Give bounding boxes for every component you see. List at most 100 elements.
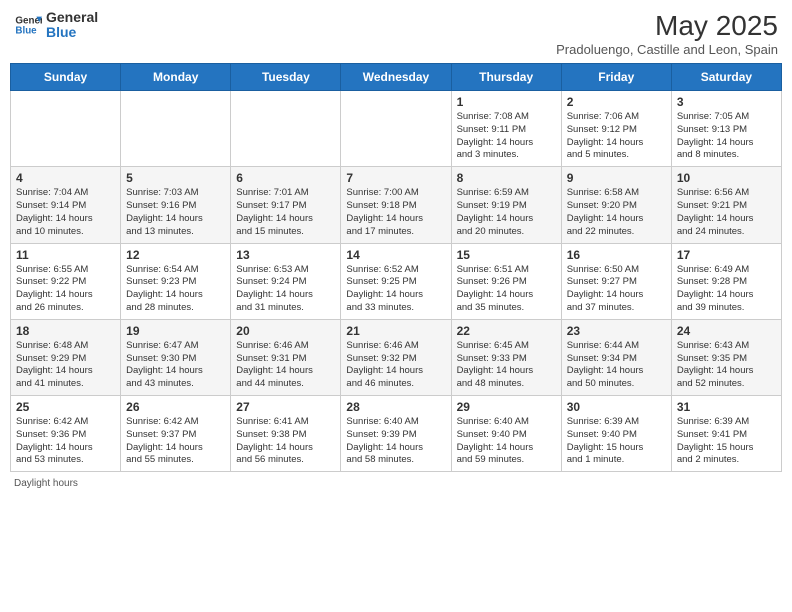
calendar-table: Sunday Monday Tuesday Wednesday Thursday… [10, 63, 782, 472]
col-wednesday: Wednesday [341, 64, 451, 91]
day-info: Sunrise: 6:41 AM Sunset: 9:38 PM Dayligh… [236, 416, 335, 467]
calendar-cell: 29 Sunrise: 6:40 AM Sunset: 9:40 PM Dayli… [451, 396, 561, 472]
calendar-row: 18 Sunrise: 6:48 AM Sunset: 9:29 PM Dayli… [11, 319, 782, 395]
day-info: Sunrise: 7:04 AM Sunset: 9:14 PM Dayligh… [16, 187, 115, 238]
day-info: Sunrise: 6:53 AM Sunset: 9:24 PM Dayligh… [236, 264, 335, 315]
day-number: 31 [677, 400, 776, 414]
title-block: May 2025 Pradoluengo, Castille and Leon,… [556, 10, 778, 57]
day-number: 6 [236, 171, 335, 185]
day-info: Sunrise: 6:39 AM Sunset: 9:40 PM Dayligh… [567, 416, 666, 467]
day-number: 15 [457, 248, 556, 262]
logo-blue: Blue [46, 25, 98, 40]
calendar-row: 11Sunrise: 6:55 AM Sunset: 9:22 PM Dayli… [11, 243, 782, 319]
day-info: Sunrise: 6:43 AM Sunset: 9:35 PM Dayligh… [677, 340, 776, 391]
day-number: 10 [677, 171, 776, 185]
calendar-cell: 31 Sunrise: 6:39 AM Sunset: 9:41 PM Dayli… [671, 396, 781, 472]
day-number: 14 [346, 248, 445, 262]
col-sunday: Sunday [11, 64, 121, 91]
day-info: Sunrise: 6:56 AM Sunset: 9:21 PM Dayligh… [677, 187, 776, 238]
calendar-cell: 13 Sunrise: 6:53 AM Sunset: 9:24 PM Dayli… [231, 243, 341, 319]
day-number: 13 [236, 248, 335, 262]
day-number: 16 [567, 248, 666, 262]
day-info: Sunrise: 6:48 AM Sunset: 9:29 PM Dayligh… [16, 340, 115, 391]
day-info: Sunrise: 6:54 AM Sunset: 9:23 PM Dayligh… [126, 264, 225, 315]
calendar-cell: 27 Sunrise: 6:41 AM Sunset: 9:38 PM Dayli… [231, 396, 341, 472]
day-number: 19 [126, 324, 225, 338]
col-thursday: Thursday [451, 64, 561, 91]
day-info: Sunrise: 7:01 AM Sunset: 9:17 PM Dayligh… [236, 187, 335, 238]
day-info: Sunrise: 7:03 AM Sunset: 9:16 PM Dayligh… [126, 187, 225, 238]
calendar-cell: 28 Sunrise: 6:40 AM Sunset: 9:39 PM Dayli… [341, 396, 451, 472]
day-info: Sunrise: 6:44 AM Sunset: 9:34 PM Dayligh… [567, 340, 666, 391]
day-info: Sunrise: 6:42 AM Sunset: 9:37 PM Dayligh… [126, 416, 225, 467]
day-number: 18 [16, 324, 115, 338]
calendar-cell: 1Sunrise: 7:08 AM Sunset: 9:11 PM Daylig… [451, 91, 561, 167]
day-info: Sunrise: 6:47 AM Sunset: 9:30 PM Dayligh… [126, 340, 225, 391]
logo-general: General [46, 10, 98, 25]
day-info: Sunrise: 6:58 AM Sunset: 9:20 PM Dayligh… [567, 187, 666, 238]
day-info: Sunrise: 7:00 AM Sunset: 9:18 PM Dayligh… [346, 187, 445, 238]
calendar-cell: 30 Sunrise: 6:39 AM Sunset: 9:40 PM Dayli… [561, 396, 671, 472]
calendar-cell: 20Sunrise: 6:46 AM Sunset: 9:31 PM Dayli… [231, 319, 341, 395]
calendar-cell: 14 Sunrise: 6:52 AM Sunset: 9:25 PM Dayli… [341, 243, 451, 319]
calendar-cell [121, 91, 231, 167]
col-monday: Monday [121, 64, 231, 91]
logo-icon: General Blue [14, 11, 42, 39]
calendar-cell: 15 Sunrise: 6:51 AM Sunset: 9:26 PM Dayli… [451, 243, 561, 319]
day-info: Sunrise: 7:05 AM Sunset: 9:13 PM Dayligh… [677, 111, 776, 162]
daylight-label: Daylight hours [14, 478, 78, 489]
day-number: 12 [126, 248, 225, 262]
day-number: 2 [567, 95, 666, 109]
calendar-cell: 21Sunrise: 6:46 AM Sunset: 9:32 PM Dayli… [341, 319, 451, 395]
day-number: 9 [567, 171, 666, 185]
col-saturday: Saturday [671, 64, 781, 91]
calendar-cell: 3 Sunrise: 7:05 AM Sunset: 9:13 PM Daylig… [671, 91, 781, 167]
calendar-cell: 25Sunrise: 6:42 AM Sunset: 9:36 PM Dayli… [11, 396, 121, 472]
calendar-cell: 17Sunrise: 6:49 AM Sunset: 9:28 PM Dayli… [671, 243, 781, 319]
calendar-cell: 6 Sunrise: 7:01 AM Sunset: 9:17 PM Daylig… [231, 167, 341, 243]
day-info: Sunrise: 7:06 AM Sunset: 9:12 PM Dayligh… [567, 111, 666, 162]
calendar-cell [11, 91, 121, 167]
day-number: 22 [457, 324, 556, 338]
day-info: Sunrise: 6:51 AM Sunset: 9:26 PM Dayligh… [457, 264, 556, 315]
calendar-cell: 7Sunrise: 7:00 AM Sunset: 9:18 PM Daylig… [341, 167, 451, 243]
calendar-cell: 10 Sunrise: 6:56 AM Sunset: 9:21 PM Dayli… [671, 167, 781, 243]
day-info: Sunrise: 6:50 AM Sunset: 9:27 PM Dayligh… [567, 264, 666, 315]
col-friday: Friday [561, 64, 671, 91]
header-row: Sunday Monday Tuesday Wednesday Thursday… [11, 64, 782, 91]
day-info: Sunrise: 6:55 AM Sunset: 9:22 PM Dayligh… [16, 264, 115, 315]
day-number: 3 [677, 95, 776, 109]
day-info: Sunrise: 6:46 AM Sunset: 9:32 PM Dayligh… [346, 340, 445, 391]
calendar-cell: 19 Sunrise: 6:47 AM Sunset: 9:30 PM Dayli… [121, 319, 231, 395]
calendar-cell: 23 Sunrise: 6:44 AM Sunset: 9:34 PM Dayli… [561, 319, 671, 395]
calendar-cell: 26Sunrise: 6:42 AM Sunset: 9:37 PM Dayli… [121, 396, 231, 472]
calendar-cell: 2 Sunrise: 7:06 AM Sunset: 9:12 PM Daylig… [561, 91, 671, 167]
day-info: Sunrise: 6:40 AM Sunset: 9:40 PM Dayligh… [457, 416, 556, 467]
day-number: 28 [346, 400, 445, 414]
day-info: Sunrise: 6:59 AM Sunset: 9:19 PM Dayligh… [457, 187, 556, 238]
location-subtitle: Pradoluengo, Castille and Leon, Spain [556, 42, 778, 57]
day-number: 23 [567, 324, 666, 338]
day-info: Sunrise: 6:49 AM Sunset: 9:28 PM Dayligh… [677, 264, 776, 315]
calendar-cell: 22 Sunrise: 6:45 AM Sunset: 9:33 PM Dayli… [451, 319, 561, 395]
month-title: May 2025 [556, 10, 778, 42]
day-number: 20 [236, 324, 335, 338]
day-info: Sunrise: 6:39 AM Sunset: 9:41 PM Dayligh… [677, 416, 776, 467]
day-info: Sunrise: 6:52 AM Sunset: 9:25 PM Dayligh… [346, 264, 445, 315]
logo: General Blue General Blue [14, 10, 98, 41]
day-number: 30 [567, 400, 666, 414]
day-number: 29 [457, 400, 556, 414]
calendar-row: 1Sunrise: 7:08 AM Sunset: 9:11 PM Daylig… [11, 91, 782, 167]
day-number: 24 [677, 324, 776, 338]
day-info: Sunrise: 6:45 AM Sunset: 9:33 PM Dayligh… [457, 340, 556, 391]
calendar-cell: 11Sunrise: 6:55 AM Sunset: 9:22 PM Dayli… [11, 243, 121, 319]
calendar-cell: 8Sunrise: 6:59 AM Sunset: 9:19 PM Daylig… [451, 167, 561, 243]
day-number: 27 [236, 400, 335, 414]
calendar-cell: 4Sunrise: 7:04 AM Sunset: 9:14 PM Daylig… [11, 167, 121, 243]
day-info: Sunrise: 6:40 AM Sunset: 9:39 PM Dayligh… [346, 416, 445, 467]
calendar-cell: 18 Sunrise: 6:48 AM Sunset: 9:29 PM Dayli… [11, 319, 121, 395]
col-tuesday: Tuesday [231, 64, 341, 91]
day-number: 5 [126, 171, 225, 185]
calendar-cell [341, 91, 451, 167]
day-number: 1 [457, 95, 556, 109]
